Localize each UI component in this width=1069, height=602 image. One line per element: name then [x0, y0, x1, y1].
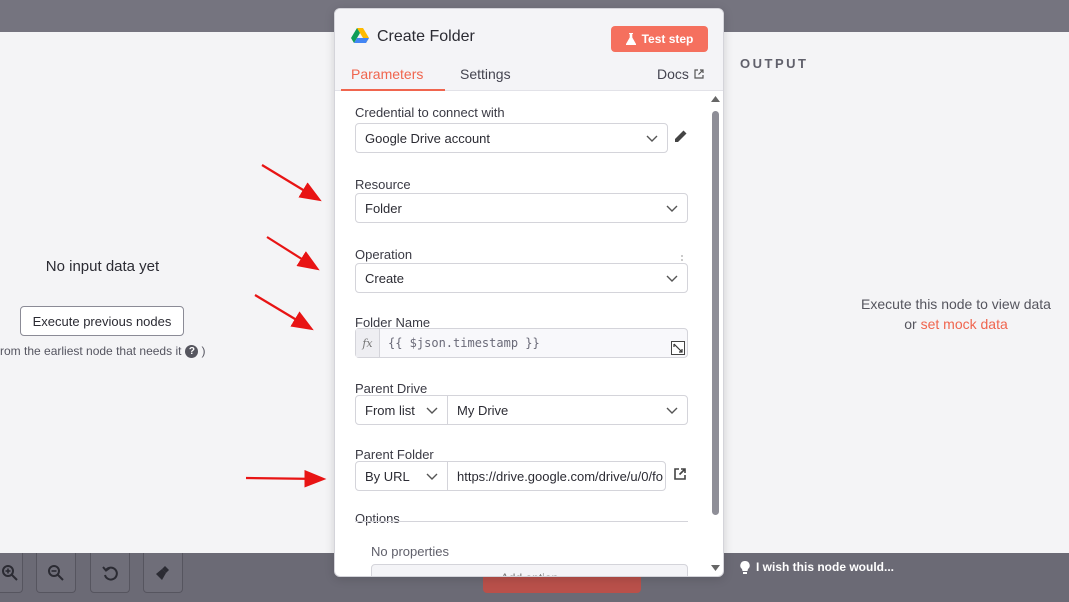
test-step-button[interactable]: Test step	[611, 26, 708, 52]
credential-label: Credential to connect with	[355, 105, 505, 120]
chevron-down-icon	[666, 205, 678, 212]
external-link-icon	[694, 69, 704, 79]
credential-value: Google Drive account	[365, 130, 491, 146]
resource-select[interactable]: Folder	[355, 193, 688, 223]
parent-drive-select[interactable]: My Drive	[447, 395, 688, 425]
lightbulb-icon	[740, 560, 750, 574]
folder-name-expression-input[interactable]: fx {{ $json.timestamp }}	[355, 328, 688, 358]
docs-label: Docs	[657, 66, 689, 82]
execute-workflow-button[interactable]	[483, 575, 641, 593]
earliest-node-note-suffix: )	[201, 344, 206, 358]
zoom-in-icon	[2, 564, 18, 581]
parent-folder-mode-select[interactable]: By URL	[355, 461, 448, 491]
fx-badge: fx	[356, 329, 380, 357]
execute-hint: Execute this node to view data or set mo…	[846, 294, 1066, 334]
resource-label: Resource	[355, 177, 411, 192]
execute-hint-line: Execute this node to view data	[861, 296, 1051, 312]
set-mock-data-link[interactable]: set mock data	[921, 316, 1008, 332]
chevron-down-icon	[666, 275, 678, 282]
chevron-down-icon	[666, 407, 678, 414]
scroll-up-icon[interactable]	[711, 96, 720, 103]
output-label: OUTPUT	[740, 56, 809, 71]
scroll-down-icon[interactable]	[711, 565, 720, 572]
operation-select[interactable]: Create	[355, 263, 688, 293]
chevron-down-icon	[426, 407, 438, 414]
broom-icon	[156, 565, 169, 580]
undo-icon	[102, 565, 118, 581]
operation-label: Operation	[355, 247, 413, 262]
parent-drive-value: My Drive	[457, 402, 509, 418]
question-icon[interactable]: ?	[185, 344, 199, 358]
expand-icon[interactable]	[671, 341, 685, 355]
no-properties-text: No properties	[371, 544, 450, 559]
active-tab-indicator	[341, 89, 445, 91]
external-link-icon[interactable]	[673, 467, 687, 481]
no-input-title: No input data yet	[45, 258, 160, 275]
parent-drive-mode-value: From list	[365, 402, 415, 418]
zoom-in-button[interactable]	[0, 553, 23, 593]
credential-select[interactable]: Google Drive account	[355, 123, 668, 153]
scrollbar-thumb[interactable]	[712, 111, 719, 515]
folder-name-value: {{ $json.timestamp }}	[388, 336, 540, 350]
add-option-button[interactable]: Add option	[371, 564, 688, 576]
execute-hint-line2: or set mock data	[846, 314, 1066, 334]
modal-header: Create Folder Test step Parameters Setti…	[335, 9, 723, 91]
flask-icon	[625, 33, 636, 45]
operation-value: Create	[365, 270, 405, 286]
input-panel	[0, 32, 335, 553]
options-divider	[355, 521, 688, 522]
execute-previous-nodes-button[interactable]: Execute previous nodes	[20, 306, 184, 336]
parent-folder-label: Parent Folder	[355, 447, 434, 462]
reset-zoom-button[interactable]	[90, 553, 130, 593]
zoom-out-button[interactable]	[36, 553, 76, 593]
pencil-icon[interactable]	[674, 129, 688, 143]
earliest-node-note: rom the earliest node that needs it ? )	[0, 344, 240, 358]
hint-or: or	[904, 316, 917, 332]
node-details-modal: Create Folder Test step Parameters Setti…	[334, 8, 724, 577]
google-drive-icon	[351, 28, 369, 43]
parent-drive-label: Parent Drive	[355, 381, 428, 396]
chevron-down-icon	[426, 473, 438, 480]
output-panel	[723, 32, 1069, 553]
parent-folder-mode-value: By URL	[365, 468, 410, 484]
tidy-up-button[interactable]	[143, 553, 183, 593]
parameters-form: Credential to connect with Google Drive …	[335, 92, 723, 576]
feedback-text: I wish this node would...	[756, 560, 894, 574]
resource-value: Folder	[365, 200, 402, 216]
earliest-node-note-text: rom the earliest node that needs it	[0, 344, 182, 358]
options-label: Options	[355, 511, 400, 526]
feedback-link[interactable]: I wish this node would...	[740, 560, 894, 574]
tab-docs[interactable]: Docs	[657, 66, 704, 82]
tab-settings[interactable]: Settings	[460, 66, 511, 82]
modal-title: Create Folder	[377, 28, 475, 45]
parent-drive-mode-select[interactable]: From list	[355, 395, 448, 425]
tab-parameters[interactable]: Parameters	[351, 66, 423, 82]
test-step-label: Test step	[641, 32, 694, 46]
parent-folder-url-input[interactable]: https://drive.google.com/drive/u/0/fo	[447, 461, 666, 491]
zoom-out-icon	[48, 564, 64, 581]
chevron-down-icon	[646, 135, 658, 142]
parent-folder-url-value: https://drive.google.com/drive/u/0/fo	[457, 468, 663, 484]
